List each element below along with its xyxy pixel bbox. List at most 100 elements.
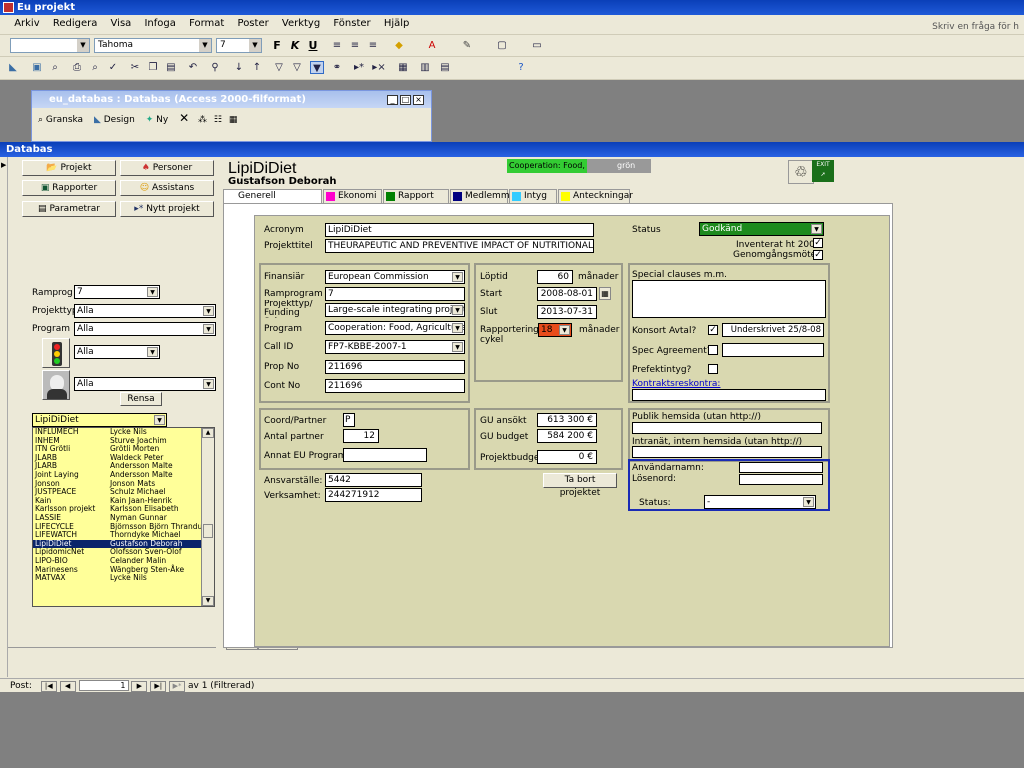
ask-question-box[interactable]: Skriv en fråga för h (927, 19, 1024, 35)
prefektintyg-checkbox[interactable] (708, 364, 718, 374)
tab-anteckningar[interactable]: Anteckningar (558, 189, 633, 203)
align-right-icon[interactable]: ≡ (366, 39, 380, 52)
print-icon[interactable]: ⎙ (70, 61, 84, 74)
coord-field[interactable]: P (343, 413, 355, 427)
sort-descending-icon[interactable]: ↑ (250, 61, 264, 74)
menu-visa[interactable]: Visa (106, 15, 137, 32)
status-dropdown[interactable]: Godkänd ▼ (699, 222, 824, 236)
minimize-button[interactable]: _ (387, 95, 398, 105)
object-combo[interactable]: ▼ (10, 38, 90, 53)
projekttyp-dropdown[interactable]: Alla ▼ (74, 304, 216, 318)
project-listbox[interactable]: INFLUMECH Lycke Nils INHEM Sturve Joachim IT… (32, 427, 215, 607)
small-icons-icon[interactable]: ⁂ (198, 115, 207, 125)
listbox-scrollbar[interactable]: ▲ ▼ (201, 428, 214, 606)
assistans-button[interactable]: ☺ Assistans (120, 180, 214, 196)
traffic-light-icon[interactable] (42, 338, 70, 368)
konsort-field[interactable]: Underskrivet 25/8-08 (722, 323, 824, 337)
tab-rapport[interactable]: Rapport (383, 189, 449, 203)
sort-ascending-icon[interactable]: ↓ (232, 61, 246, 74)
delete-icon[interactable]: ✕ (179, 111, 189, 125)
menu-hjalp[interactable]: Hjälp (379, 15, 415, 32)
menu-format[interactable]: Format (184, 15, 229, 32)
project-select-dropdown[interactable]: LipiDiDiet ▼ (32, 413, 167, 427)
maximize-button[interactable]: □ (400, 95, 411, 105)
granska-button[interactable]: Granska (46, 115, 83, 125)
slut-field[interactable]: 2013-07-31 (537, 305, 597, 319)
align-left-icon[interactable]: ≡ (330, 39, 344, 52)
contno-field[interactable]: 211696 (325, 379, 465, 393)
menu-poster[interactable]: Poster (233, 15, 274, 32)
design-button[interactable]: Design (104, 115, 135, 125)
database-window-icon[interactable]: ▥ (418, 61, 432, 74)
inventerat-checkbox[interactable]: ✓ (813, 238, 823, 248)
search-file-icon[interactable]: ⌕ (48, 61, 62, 74)
login-status-dropdown[interactable]: - ▼ (704, 495, 816, 509)
tab-generell-information[interactable]: Generell information (223, 189, 322, 214)
save-icon[interactable]: ▣ (30, 61, 44, 74)
special-clauses-textarea[interactable] (632, 280, 826, 318)
spelling-icon[interactable]: ✓ (106, 61, 120, 74)
rapporter-button[interactable]: ▣ Rapporter (22, 180, 116, 196)
new-button[interactable]: Ny (156, 115, 168, 125)
gu-ansokt-field[interactable]: 613 300 € (537, 413, 597, 427)
verksamhet-field[interactable]: 244271912 (325, 488, 422, 502)
paste-icon[interactable]: ▤ (164, 61, 178, 74)
annat-eu-field[interactable] (343, 448, 427, 462)
parametrar-button[interactable]: ▤ Parametrar (22, 201, 116, 217)
program-dropdown[interactable]: Alla ▼ (74, 322, 216, 336)
kontraktsreskontra-field[interactable] (632, 389, 826, 401)
align-center-icon[interactable]: ≡ (348, 39, 362, 52)
callid-dropdown[interactable]: FP7-KBBE-2007-1 ▼ (325, 340, 465, 354)
ramprog-dropdown[interactable]: 7 ▼ (74, 285, 160, 299)
menu-fonster[interactable]: Fönster (328, 15, 375, 32)
refresh-icon[interactable]: ♲ (788, 160, 814, 184)
help-icon[interactable]: ? (514, 61, 528, 74)
database-window[interactable]: eu_databas : Databas (Access 2000-filfor… (31, 90, 432, 142)
losenord-field[interactable] (739, 474, 823, 485)
menu-infoga[interactable]: Infoga (139, 15, 180, 32)
traffic-filter-dropdown[interactable]: Alla ▼ (74, 345, 160, 359)
personer-button[interactable]: ♠ Personer (120, 160, 214, 176)
close-button[interactable]: × (413, 95, 424, 105)
current-record-field[interactable]: 1 (78, 680, 129, 691)
italic-icon[interactable]: K (288, 38, 302, 54)
gu-budget-field[interactable]: 584 200 € (537, 429, 597, 443)
publik-hemsida-field[interactable] (632, 422, 822, 434)
record-selector[interactable]: ▶ (0, 157, 8, 677)
genomgangsmote-checkbox[interactable]: ✓ (813, 250, 823, 260)
previous-record-button[interactable]: ◀ (59, 681, 76, 692)
first-record-button[interactable]: |◀ (40, 681, 57, 692)
font-color-icon[interactable]: A (425, 39, 439, 52)
line-color-icon[interactable]: ✎ (460, 39, 474, 52)
intranat-field[interactable] (632, 446, 822, 458)
menu-redigera[interactable]: Redigera (48, 15, 103, 32)
filter-by-selection-icon[interactable]: ▽ (272, 61, 286, 74)
new-object-icon[interactable]: ▤ (438, 61, 452, 74)
properties-icon[interactable]: ▦ (396, 61, 410, 74)
spec-agreement-checkbox[interactable] (708, 345, 718, 355)
loptid-field[interactable]: 60 (537, 270, 573, 284)
hyperlink-icon[interactable]: ⚲ (208, 61, 222, 74)
ansvarstalle-field[interactable]: 5442 (325, 473, 422, 487)
new-record-icon[interactable]: ▸* (352, 61, 366, 74)
filter-by-form-icon[interactable]: ▽ (290, 61, 304, 74)
line-width-icon[interactable]: ▭ (530, 39, 544, 52)
cut-icon[interactable]: ✂ (128, 61, 142, 74)
projekt-button[interactable]: 📂 Projekt (22, 160, 116, 176)
font-combo[interactable]: Tahoma ▼ (94, 38, 212, 53)
bold-icon[interactable]: F (270, 38, 284, 54)
apply-filter-icon[interactable]: ▼ (310, 61, 324, 74)
copy-icon[interactable]: ❐ (146, 61, 160, 74)
details-icon[interactable]: ▦ (229, 115, 238, 125)
anvandarnamn-field[interactable] (739, 462, 823, 473)
person-filter-dropdown[interactable]: Alla ▼ (74, 377, 216, 391)
list-icon[interactable]: ☷ (214, 115, 222, 125)
last-record-button[interactable]: ▶| (150, 681, 167, 692)
font-size-combo[interactable]: 7 ▼ (216, 38, 262, 53)
spec-agreement-field[interactable] (722, 343, 824, 357)
finansiar-dropdown[interactable]: European Commission ▼ (325, 270, 465, 284)
nytt-projekt-button[interactable]: ▸* Nytt projekt (120, 201, 214, 217)
view-icon[interactable]: ◣ (6, 61, 20, 74)
undo-icon[interactable]: ↶ (186, 61, 200, 74)
acronym-field[interactable]: LipiDiDiet (325, 223, 594, 237)
